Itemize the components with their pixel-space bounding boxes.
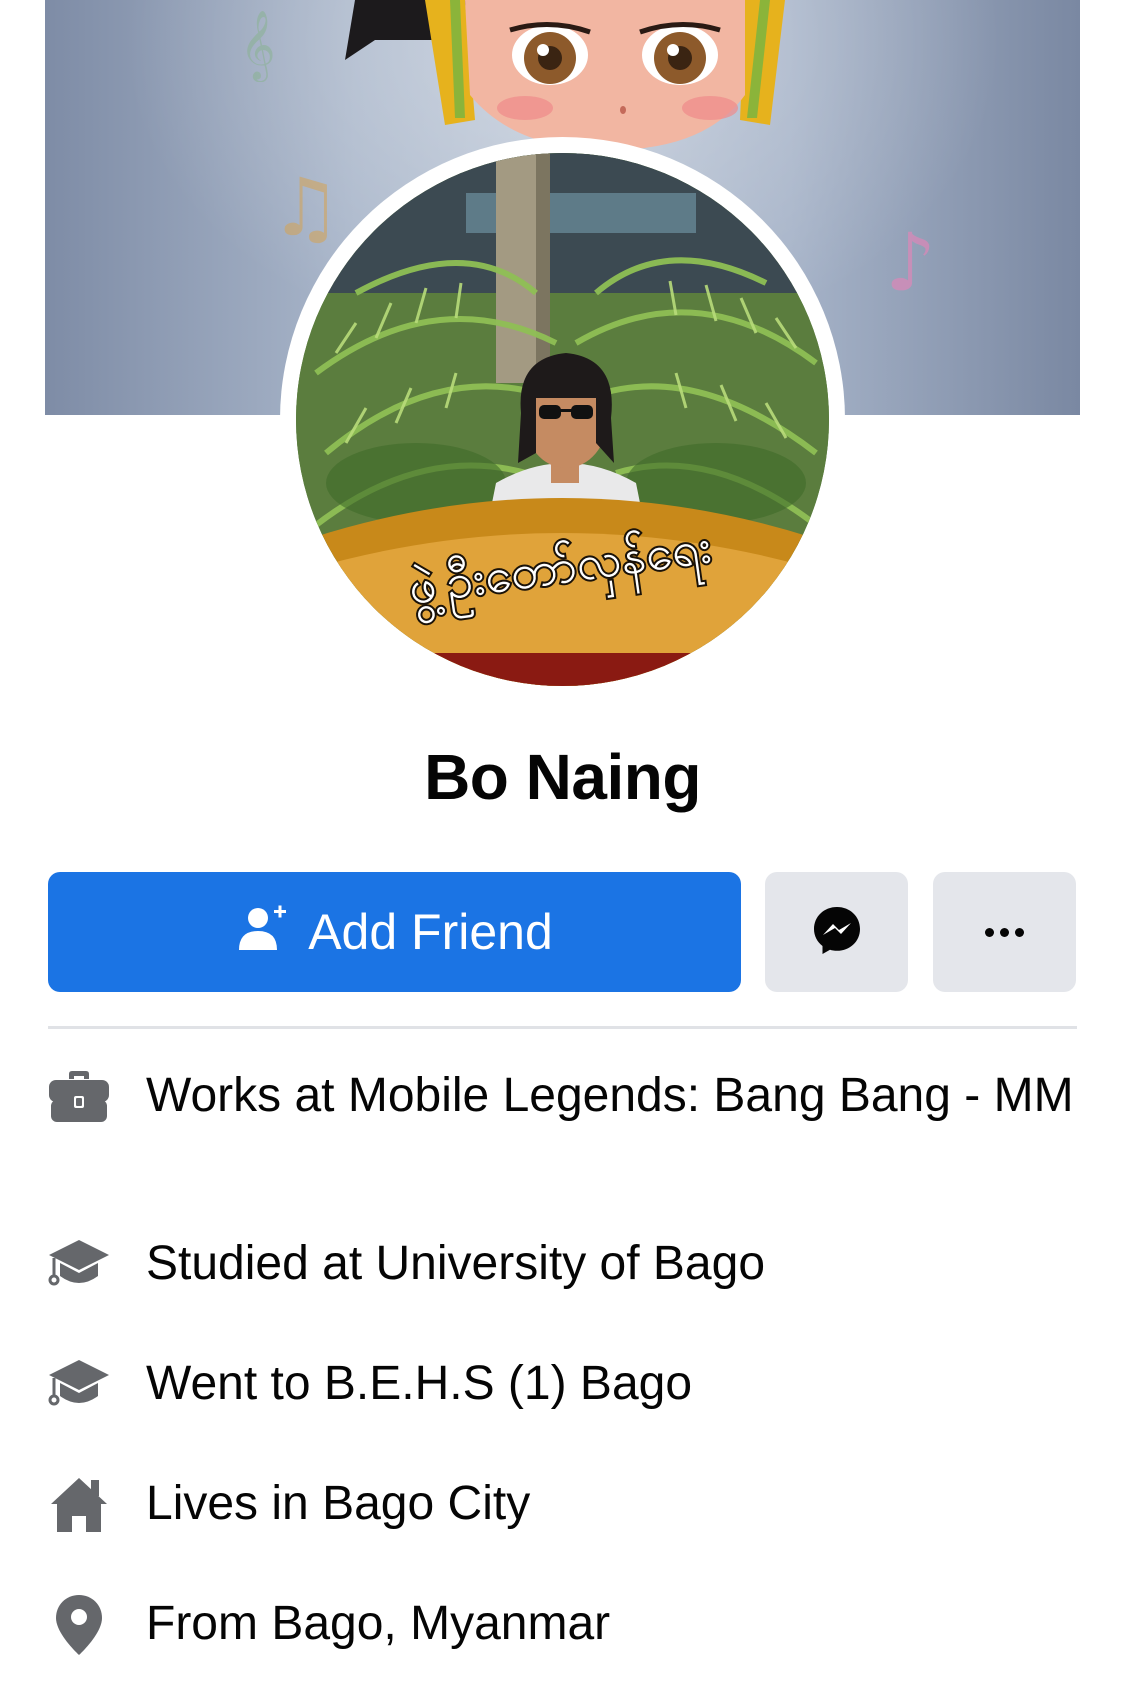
detail-university-text: Studied at University of Bago (146, 1237, 766, 1290)
graduation-cap-icon (48, 1234, 110, 1296)
profile-photo[interactable]: ဖွဲ့ဦးတော်လှန်ရေး (296, 153, 829, 686)
svg-text:𝄞: 𝄞 (240, 10, 275, 82)
profile-photo-image: ဖွဲ့ဦးတော်လှန်ရေး (296, 153, 829, 686)
briefcase-icon (48, 1066, 110, 1128)
svg-text:♫: ♫ (270, 161, 342, 254)
divider (48, 1026, 1077, 1029)
detail-university[interactable]: Studied at University of Bago (48, 1234, 1078, 1296)
detail-lives-in[interactable]: Lives in Bago City (48, 1474, 1078, 1536)
graduation-cap-icon (48, 1354, 110, 1416)
detail-school-text: Went to B.E.H.S (1) Bago (146, 1357, 693, 1410)
detail-work[interactable]: Works at Mobile Legends: Bang Bang - MM (48, 1066, 1078, 1128)
detail-from[interactable]: From Bago, Myanmar (48, 1594, 1078, 1656)
messenger-icon (811, 904, 863, 961)
more-options-icon (985, 927, 1024, 937)
svg-text:♪: ♪ (885, 216, 936, 309)
add-friend-button[interactable]: Add Friend (48, 872, 741, 992)
location-pin-icon (48, 1594, 110, 1656)
detail-lives-in-text: Lives in Bago City (146, 1477, 531, 1530)
message-button[interactable] (765, 872, 908, 992)
profile-name: Bo Naing (424, 741, 701, 813)
detail-work-text: Works at Mobile Legends: Bang Bang - MM (146, 1069, 1074, 1122)
profile-page: ♫ ♪ 𝄞 ဖွဲ့ဦးတော်လှန်ရေး Bo Naing Add Fri… (0, 0, 1125, 1706)
more-options-button[interactable] (933, 872, 1076, 992)
add-friend-icon (236, 904, 288, 961)
detail-school[interactable]: Went to B.E.H.S (1) Bago (48, 1354, 1078, 1416)
add-friend-label: Add Friend (308, 904, 553, 960)
detail-from-text: From Bago, Myanmar (146, 1597, 611, 1650)
home-icon (48, 1474, 110, 1536)
